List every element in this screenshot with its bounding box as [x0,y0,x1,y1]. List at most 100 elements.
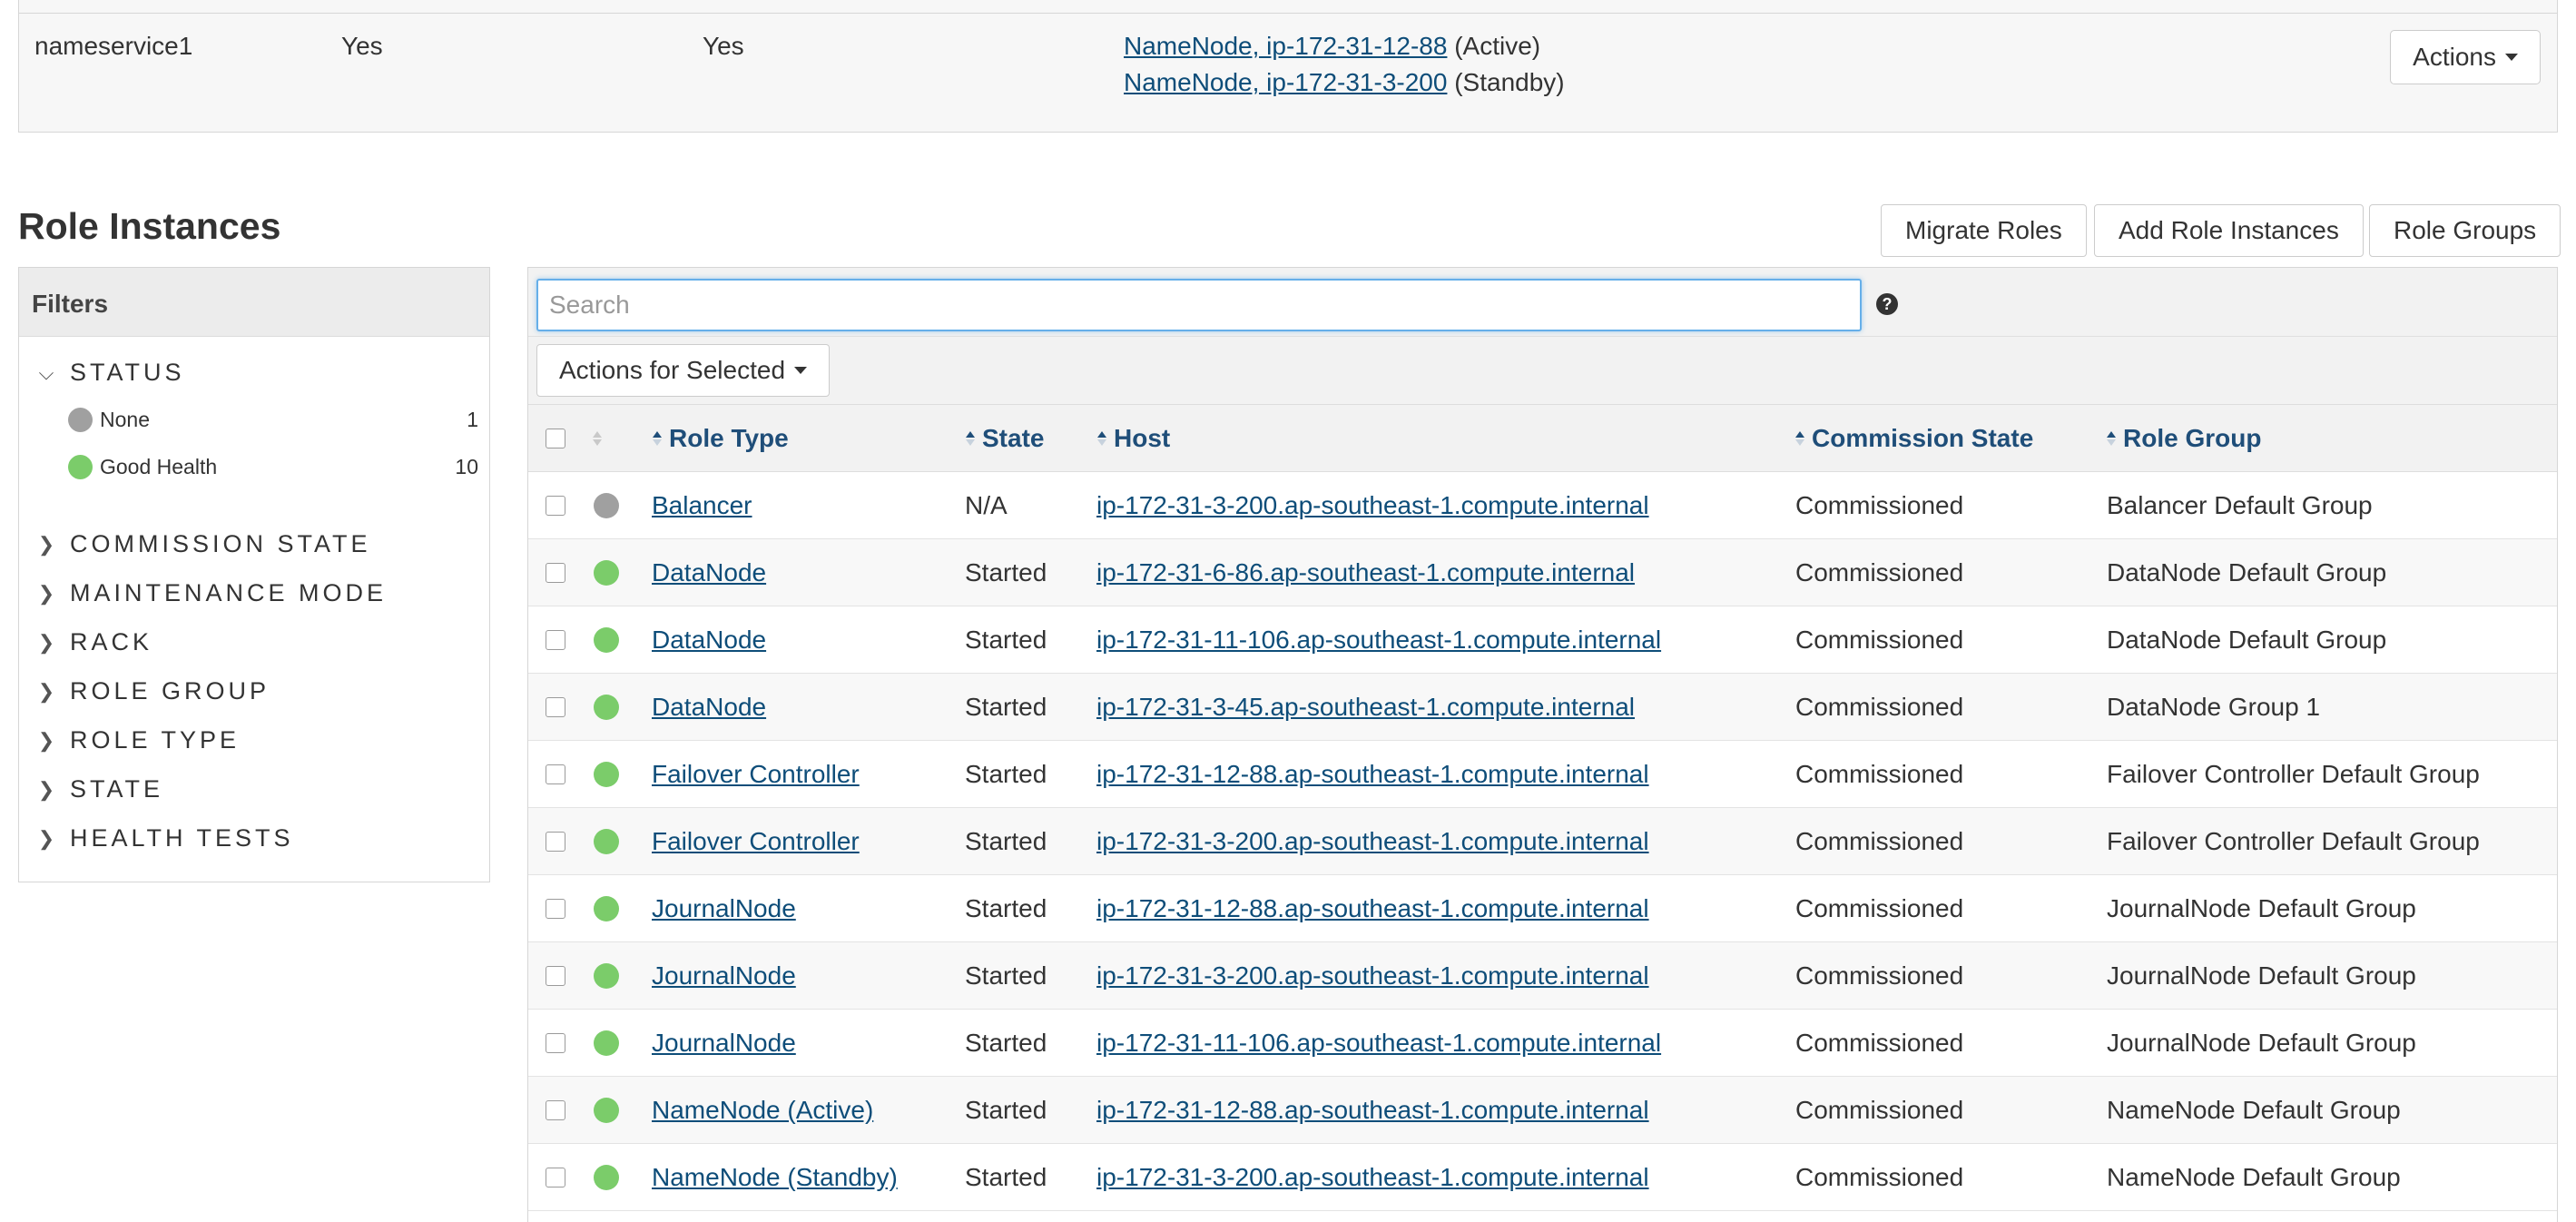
host-link[interactable]: ip-172-31-12-88.ap-southeast-1.compute.i… [1096,894,1649,923]
table-row[interactable]: JournalNode Started ip-172-31-12-88.ap-sou… [528,875,2557,942]
table-row[interactable]: Failover Controller Started ip-172-31-3-20… [528,808,2557,875]
row-checkbox-cell[interactable] [546,741,565,808]
table-row[interactable]: JournalNode Started ip-172-31-3-200.ap-sou… [528,942,2557,1010]
chevron-right-icon: ❯ [37,679,55,703]
row-checkbox[interactable] [546,764,565,784]
table-row[interactable]: JournalNode Started ip-172-31-11-106.ap-so… [528,1010,2557,1077]
search-bar: ? [528,268,2557,337]
host-link[interactable]: ip-172-31-3-200.ap-southeast-1.compute.i… [1096,491,1649,520]
row-checkbox-cell[interactable] [546,1010,565,1077]
row-checkbox[interactable] [546,1033,565,1053]
row-checkbox-cell[interactable] [546,808,565,875]
table-row[interactable]: Failover Controller Started ip-172-31-12-8… [528,741,2557,808]
table-row[interactable]: NameNode (Standby) Started ip-172-31-3-200… [528,1144,2557,1211]
host-link[interactable]: ip-172-31-3-200.ap-southeast-1.compute.i… [1096,1163,1649,1192]
role-type-link[interactable]: DataNode [652,626,766,655]
status-cell [594,606,619,674]
role-type-link[interactable]: DataNode [652,558,766,587]
filter-group-status[interactable]: ⌵ STATUS [35,359,185,387]
filter-group-maintenance-mode[interactable]: ❯ MAINTENANCE MODE [35,579,387,607]
host-link[interactable]: ip-172-31-11-106.ap-southeast-1.compute.… [1096,626,1661,655]
role-groups-button[interactable]: Role Groups [2369,204,2561,257]
row-checkbox[interactable] [546,1168,565,1188]
header-label: Role Group [2123,424,2262,452]
nameservice-actions-button[interactable]: Actions [2390,30,2541,84]
filter-group-commission-state[interactable]: ❯ COMMISSION STATE [35,530,371,558]
namenode-standby-link[interactable]: NameNode, ip-172-31-3-200 [1124,68,1447,96]
filter-item-label: Good Health [100,455,218,478]
filter-item-good-health[interactable]: Good Health 10 [68,455,478,479]
actions-for-selected-button[interactable]: Actions for Selected [536,344,831,397]
role-type-link[interactable]: Failover Controller [652,760,860,789]
select-all-checkbox[interactable] [546,429,565,448]
row-checkbox-cell[interactable] [546,1144,565,1211]
role-type-link[interactable]: JournalNode [652,1029,796,1058]
row-checkbox[interactable] [546,832,565,852]
role-type-link[interactable]: Balancer [652,491,752,520]
row-checkbox-cell[interactable] [546,472,565,539]
table-row[interactable]: DataNode Started ip-172-31-3-45.ap-southea… [528,674,2557,741]
commission-state-cell: Commissioned [1795,1163,1964,1191]
row-checkbox-cell[interactable] [546,1077,565,1144]
row-checkbox[interactable] [546,1100,565,1120]
host-link[interactable]: ip-172-31-3-200.ap-southeast-1.compute.i… [1096,961,1649,990]
row-checkbox-cell[interactable] [546,942,565,1010]
role-type-link[interactable]: Failover Controller [652,827,860,856]
row-checkbox[interactable] [546,899,565,919]
host-cell: ip-172-31-12-88.ap-southeast-1.compute.i… [1096,875,1649,942]
host-link[interactable]: ip-172-31-12-88.ap-southeast-1.compute.i… [1096,760,1649,789]
status-none-icon [594,493,619,518]
host-link[interactable]: ip-172-31-3-200.ap-southeast-1.compute.i… [1096,827,1649,856]
chevron-right-icon: ❯ [37,532,55,556]
role-group-cell: Balancer Default Group [2107,491,2373,519]
add-role-instances-button[interactable]: Add Role Instances [2094,204,2364,257]
host-link[interactable]: ip-172-31-6-86.ap-southeast-1.compute.in… [1096,558,1635,587]
role-type-cell: JournalNode [652,942,796,1010]
filter-group-label: COMMISSION STATE [70,530,371,557]
row-checkbox[interactable] [546,563,565,583]
filter-item-none[interactable]: None 1 [68,408,478,432]
select-all-checkbox-cell[interactable] [546,405,565,472]
filter-group-health-tests[interactable]: ❯ HEALTH TESTS [35,824,294,852]
row-checkbox[interactable] [546,496,565,516]
row-checkbox-cell[interactable] [546,875,565,942]
row-checkbox-cell[interactable] [546,539,565,606]
header-host[interactable]: Host [1097,405,1170,472]
filter-group-role-type[interactable]: ❯ ROLE TYPE [35,726,240,754]
role-type-link[interactable]: DataNode [652,693,766,722]
row-checkbox[interactable] [546,630,565,650]
header-role-type[interactable]: Role Type [653,405,789,472]
header-state[interactable]: State [966,405,1044,472]
migrate-roles-button[interactable]: Migrate Roles [1881,204,2087,257]
search-input[interactable] [536,279,1862,331]
role-type-link[interactable]: NameNode (Standby) [652,1163,898,1192]
host-link[interactable]: ip-172-31-11-106.ap-southeast-1.compute.… [1096,1029,1661,1058]
row-checkbox[interactable] [546,966,565,986]
role-type-link[interactable]: NameNode (Active) [652,1096,873,1125]
filter-group-rack[interactable]: ❯ RACK [35,628,152,656]
help-icon[interactable]: ? [1876,293,1898,315]
filter-group-role-group[interactable]: ❯ ROLE GROUP [35,677,270,705]
role-type-link[interactable]: JournalNode [652,894,796,923]
role-type-link[interactable]: JournalNode [652,961,796,990]
status-good-icon [594,695,619,720]
host-link[interactable]: ip-172-31-3-45.ap-southeast-1.compute.in… [1096,693,1635,722]
table-row[interactable]: DataNode Started ip-172-31-11-106.ap-south… [528,606,2557,674]
commission-state-cell: Commissioned [1795,491,1964,519]
namenode-active-link[interactable]: NameNode, ip-172-31-12-88 [1124,32,1447,60]
host-cell: ip-172-31-11-106.ap-southeast-1.compute.… [1096,606,1661,674]
header-commission-state[interactable]: Commission State [1795,405,2033,472]
caret-down-icon [794,367,808,374]
table-row[interactable]: NameNode (Active) Started ip-172-31-12-88.… [528,1077,2557,1144]
table-row[interactable]: Balancer N/A ip-172-31-3-200.ap-southeast-… [528,472,2557,539]
row-checkbox-cell[interactable] [546,674,565,741]
filter-group-state[interactable]: ❯ STATE [35,775,163,803]
row-checkbox[interactable] [546,697,565,717]
row-checkbox-cell[interactable] [546,606,565,674]
nameservice-actions-label: Actions [2413,43,2496,71]
host-cell: ip-172-31-3-200.ap-southeast-1.compute.i… [1096,1144,1649,1211]
status-sort-header[interactable] [593,405,609,472]
host-link[interactable]: ip-172-31-12-88.ap-southeast-1.compute.i… [1096,1096,1649,1125]
table-row[interactable]: DataNode Started ip-172-31-6-86.ap-southea… [528,539,2557,606]
header-role-group[interactable]: Role Group [2107,405,2261,472]
